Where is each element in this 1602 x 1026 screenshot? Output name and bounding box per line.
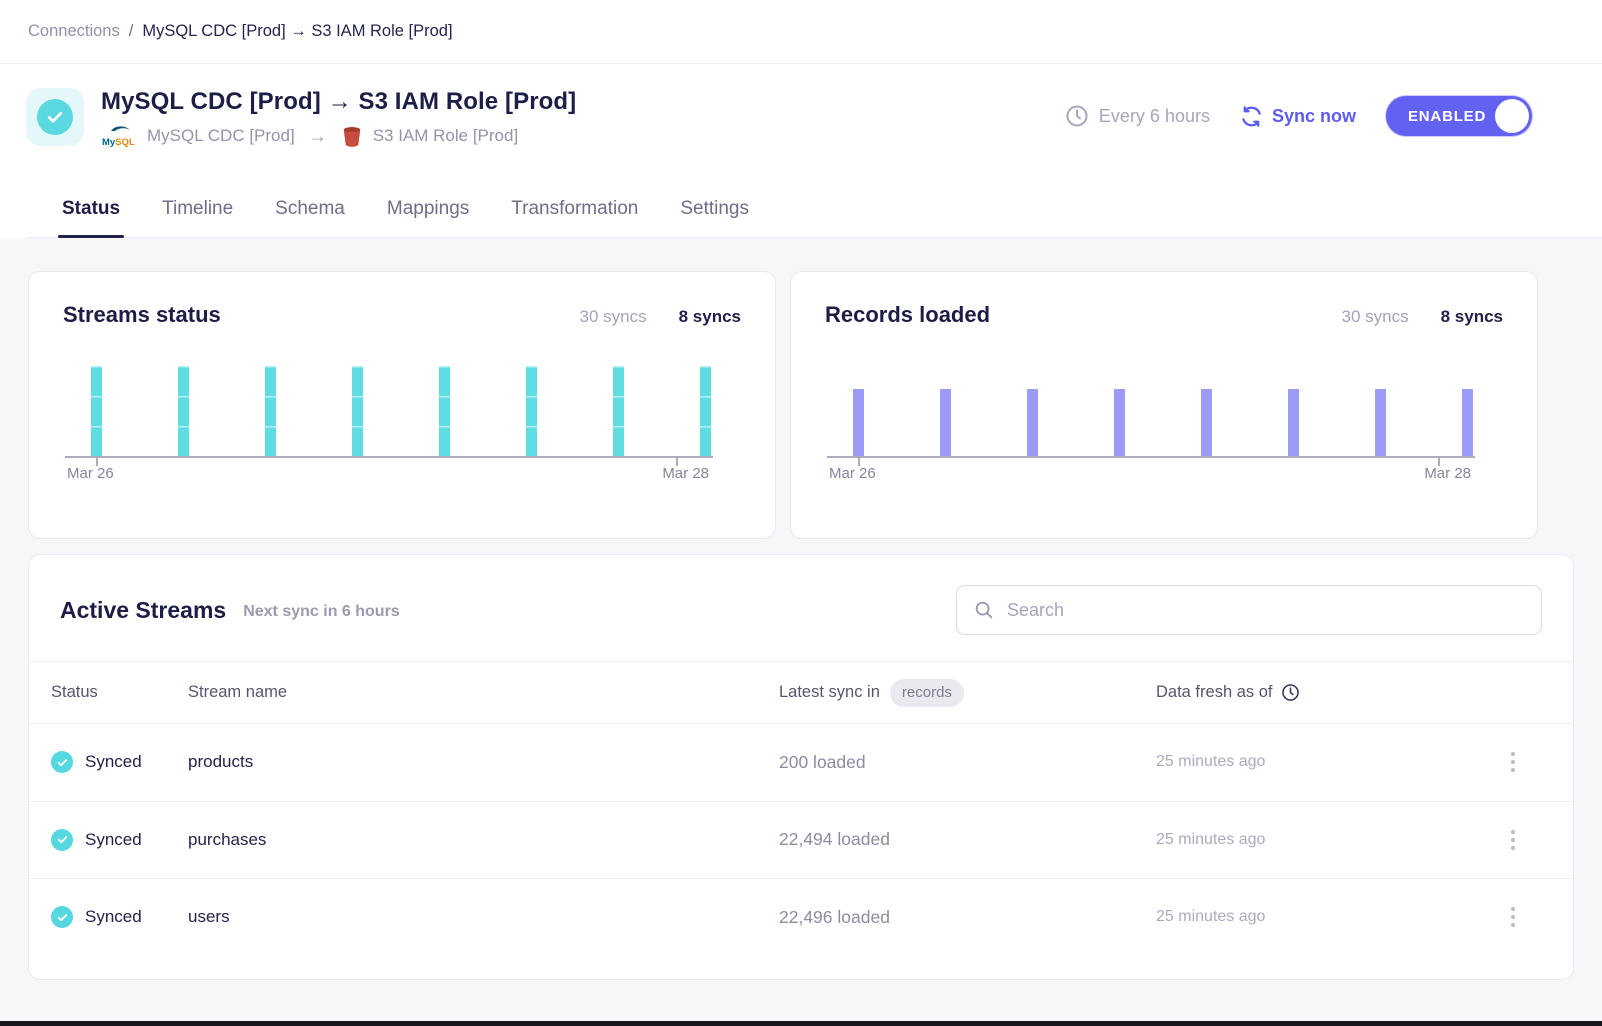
- sync-bar[interactable]: [352, 366, 363, 456]
- table-row-purchases[interactable]: Synced purchases 22,494 loaded 25 minute…: [29, 801, 1573, 879]
- sync-bar[interactable]: [1027, 389, 1038, 456]
- sync-schedule: Every 6 hours: [1065, 104, 1210, 128]
- column-stream-name: Stream name: [188, 683, 779, 702]
- records-loaded-title: Records loaded: [825, 302, 990, 328]
- status-label: Synced: [85, 830, 142, 850]
- sync-now-button[interactable]: Sync now: [1240, 105, 1356, 128]
- stream-name[interactable]: purchases: [188, 830, 779, 850]
- breadcrumb: Connections / MySQL CDC [Prod] → S3 IAM …: [0, 0, 1602, 64]
- sync-bar[interactable]: [526, 366, 537, 456]
- search-icon: [973, 599, 995, 621]
- check-circle-icon: [37, 99, 73, 135]
- x-tick-label-end: Mar 28: [662, 465, 709, 482]
- column-latest-sync: Latest sync in: [779, 683, 880, 702]
- tab-mappings[interactable]: Mappings: [387, 198, 469, 237]
- streams-table-header: Status Stream name Latest sync in record…: [29, 661, 1573, 723]
- stream-search[interactable]: [956, 585, 1542, 635]
- sync-now-label: Sync now: [1272, 106, 1356, 127]
- synced-check-icon: [51, 829, 73, 851]
- records-loaded-bar-chart: [853, 366, 1473, 456]
- row-menu-button[interactable]: [1501, 826, 1525, 854]
- clock-icon: [1281, 683, 1300, 702]
- streams-status-card: Streams status 30 syncs 8 syncs Mar 26 M…: [28, 271, 776, 539]
- records-loaded-8-syncs-toggle[interactable]: 8 syncs: [1441, 307, 1503, 327]
- sync-bar[interactable]: [853, 389, 864, 456]
- records-loaded-value: 22,494 loaded: [779, 829, 1156, 850]
- window-bottom-edge: [0, 1021, 1602, 1026]
- x-tick-label-start: Mar 26: [829, 465, 876, 482]
- enabled-toggle[interactable]: ENABLED: [1386, 96, 1532, 136]
- synced-check-icon: [51, 751, 73, 773]
- streams-status-8-syncs-toggle[interactable]: 8 syncs: [679, 307, 741, 327]
- x-tick-label-start: Mar 26: [67, 465, 114, 482]
- enabled-toggle-label: ENABLED: [1408, 108, 1486, 125]
- sync-bar[interactable]: [1462, 389, 1473, 456]
- active-streams-title: Active Streams: [60, 597, 226, 624]
- arrow-icon: →: [309, 126, 327, 147]
- streams-status-bar-chart: [91, 366, 711, 456]
- column-status: Status: [51, 683, 188, 702]
- connection-tabs: Status Timeline Schema Mappings Transfor…: [26, 172, 1602, 238]
- connection-header: MySQL CDC [Prod] → S3 IAM Role [Prod] My…: [0, 64, 1602, 238]
- sync-bar[interactable]: [940, 389, 951, 456]
- sync-bar[interactable]: [1114, 389, 1125, 456]
- tab-schema[interactable]: Schema: [275, 198, 345, 237]
- data-fresh-value: 25 minutes ago: [1156, 831, 1501, 849]
- row-menu-button[interactable]: [1501, 903, 1525, 931]
- data-fresh-value: 25 minutes ago: [1156, 753, 1501, 771]
- breadcrumb-current: MySQL CDC [Prod] → S3 IAM Role [Prod]: [142, 22, 452, 41]
- status-label: Synced: [85, 907, 142, 927]
- page-title: MySQL CDC [Prod] → S3 IAM Role [Prod]: [101, 88, 1065, 116]
- sync-bar[interactable]: [178, 366, 189, 456]
- sync-bar[interactable]: [265, 366, 276, 456]
- streams-status-title: Streams status: [63, 302, 221, 328]
- tab-status[interactable]: Status: [62, 198, 120, 237]
- row-menu-button[interactable]: [1501, 748, 1525, 776]
- stream-name[interactable]: users: [188, 907, 779, 927]
- destination-name[interactable]: S3 IAM Role [Prod]: [373, 126, 519, 146]
- sync-bar[interactable]: [700, 366, 711, 456]
- tab-settings[interactable]: Settings: [680, 198, 749, 237]
- streams-status-30-syncs-toggle[interactable]: 30 syncs: [580, 307, 647, 327]
- stream-name[interactable]: products: [188, 752, 779, 772]
- sync-bar[interactable]: [1375, 389, 1386, 456]
- mysql-logo-icon: MySQL: [101, 124, 137, 148]
- sync-bar[interactable]: [439, 366, 450, 456]
- records-loaded-value: 22,496 loaded: [779, 907, 1156, 928]
- records-loaded-card: Records loaded 30 syncs 8 syncs Mar 26 M…: [790, 271, 1538, 539]
- synced-check-icon: [51, 906, 73, 928]
- table-row-users[interactable]: Synced users 22,496 loaded 25 minutes ag…: [29, 878, 1573, 956]
- status-content: Streams status 30 syncs 8 syncs Mar 26 M…: [0, 238, 1602, 980]
- breadcrumb-connections-link[interactable]: Connections: [28, 22, 120, 41]
- s3-bucket-icon: [341, 125, 363, 148]
- active-streams-card: Active Streams Next sync in 6 hours Stat…: [28, 554, 1574, 980]
- connection-status-avatar: [26, 88, 84, 146]
- data-fresh-value: 25 minutes ago: [1156, 908, 1501, 926]
- records-loaded-30-syncs-toggle[interactable]: 30 syncs: [1342, 307, 1409, 327]
- tab-transformation[interactable]: Transformation: [511, 198, 638, 237]
- tab-timeline[interactable]: Timeline: [162, 198, 233, 237]
- column-data-fresh: Data fresh as of: [1156, 683, 1272, 702]
- records-loaded-value: 200 loaded: [779, 752, 1156, 773]
- source-name[interactable]: MySQL CDC [Prod]: [147, 126, 295, 146]
- next-sync-label: Next sync in 6 hours: [243, 599, 400, 621]
- clock-icon: [1065, 104, 1089, 128]
- status-label: Synced: [85, 752, 142, 772]
- sync-bar[interactable]: [1288, 389, 1299, 456]
- svg-text:MySQL: MySQL: [102, 137, 135, 148]
- table-row-products[interactable]: Synced products 200 loaded 25 minutes ag…: [29, 723, 1573, 801]
- x-tick-label-end: Mar 28: [1424, 465, 1471, 482]
- sync-bar[interactable]: [613, 366, 624, 456]
- refresh-icon: [1240, 105, 1263, 128]
- schedule-label: Every 6 hours: [1099, 106, 1210, 127]
- breadcrumb-separator: /: [129, 22, 134, 41]
- toggle-knob[interactable]: [1495, 99, 1529, 133]
- search-input[interactable]: [1007, 600, 1525, 621]
- sync-bar[interactable]: [91, 366, 102, 456]
- records-badge[interactable]: records: [890, 679, 964, 707]
- sync-bar[interactable]: [1201, 389, 1212, 456]
